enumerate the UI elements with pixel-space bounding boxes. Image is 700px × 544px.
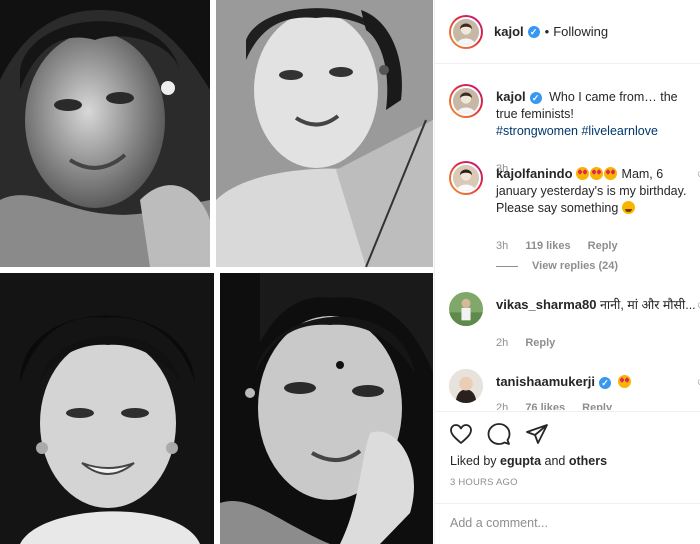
commenter-avatar[interactable] <box>449 369 483 403</box>
following-button[interactable]: Following <box>553 24 608 39</box>
add-comment-placeholder[interactable]: Add a comment... <box>450 516 548 530</box>
comment-time[interactable]: 3h <box>496 240 508 252</box>
collage-photo-2 <box>216 0 433 267</box>
replies-divider-line <box>496 265 518 267</box>
paper-plane-icon[interactable] <box>525 422 549 446</box>
post-side-panel: kajol ✓ • Following kajol ✓ Who I came fr… <box>434 0 700 544</box>
view-replies-button[interactable]: View replies (24) <box>496 260 618 272</box>
view-replies-label: View replies (24) <box>532 260 619 272</box>
commenter-username[interactable]: tanishaamukerji <box>496 374 595 389</box>
reply-button[interactable]: Reply <box>588 240 618 252</box>
commenter-username[interactable]: kajolfanindo <box>496 166 573 181</box>
caption-avatar[interactable] <box>449 84 483 118</box>
comment-meta: 2h Reply <box>496 337 569 349</box>
post-header: kajol ✓ • Following <box>435 0 700 64</box>
verified-badge-icon: ✓ <box>599 377 611 389</box>
comment-meta: 2h 76 likes Reply <box>496 402 626 410</box>
commenter-avatar[interactable] <box>449 292 483 326</box>
heart-eyes-emoji-icon <box>604 167 618 180</box>
commenter-username[interactable]: vikas_sharma80 <box>496 297 596 312</box>
comment-bubble-icon[interactable] <box>487 422 511 446</box>
liked-by-text: Liked by egupta and others <box>450 454 607 468</box>
heart-eyes-emoji-icon <box>618 375 632 388</box>
collage-photo-3 <box>0 273 214 544</box>
liked-by-joiner: and <box>544 454 566 468</box>
verified-badge-icon: ✓ <box>527 25 540 38</box>
comment-likes[interactable]: 119 likes <box>525 240 570 252</box>
collage-photo-1 <box>0 0 210 267</box>
author-username[interactable]: kajol <box>494 24 524 39</box>
heart-eyes-emoji-icon <box>576 167 590 180</box>
tears-of-joy-emoji-icon <box>621 201 635 214</box>
verified-badge-icon: ✓ <box>529 92 542 104</box>
heart-icon[interactable] <box>449 422 473 446</box>
comment-meta: 3h 119 likes Reply <box>496 240 632 252</box>
post-timestamp[interactable]: 3 HOURS AGO <box>450 477 518 488</box>
add-comment-field[interactable]: Add a comment... <box>435 503 700 544</box>
heart-eyes-emoji-icon <box>590 167 604 180</box>
commenter-avatar[interactable] <box>449 161 483 195</box>
header-separator: • <box>544 24 550 39</box>
collage-photo-4 <box>220 273 433 544</box>
author-avatar[interactable] <box>449 15 483 49</box>
post-image-collage[interactable] <box>0 0 433 544</box>
liked-by-user[interactable]: egupta <box>500 454 541 468</box>
caption-username[interactable]: kajol <box>496 89 526 104</box>
comments-list[interactable]: kajol ✓ Who I came from… the true feminis… <box>435 65 700 410</box>
liked-by-others[interactable]: others <box>569 454 607 468</box>
reply-button[interactable]: Reply <box>582 402 612 410</box>
post-actions: Liked by egupta and others 3 HOURS AGO <box>435 411 700 503</box>
caption-hashtags[interactable]: #strongwomen #livelearnlove <box>496 124 658 138</box>
comment-likes[interactable]: 76 likes <box>525 402 565 410</box>
comment-time[interactable]: 2h <box>496 402 508 410</box>
liked-by-prefix: Liked by <box>450 454 497 468</box>
reply-button[interactable]: Reply <box>525 337 555 349</box>
comment-time[interactable]: 2h <box>496 337 508 349</box>
comment-text: नानी, मां और मौसी... <box>599 298 696 312</box>
